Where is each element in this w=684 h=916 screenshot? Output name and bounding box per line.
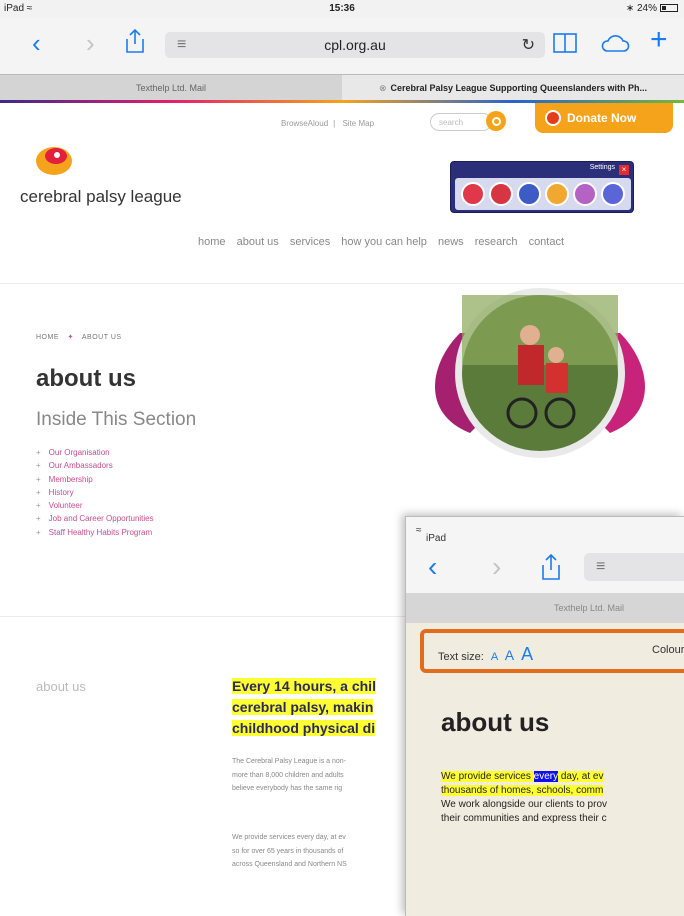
tab-texthelp-mail[interactable]: Texthelp Ltd. Mail <box>0 75 342 101</box>
nav-how-you-can-help[interactable]: how you can help <box>341 236 427 248</box>
inset-share-icon[interactable] <box>540 553 562 588</box>
inset-screenshot: iPad ≈ ‹ › ≡ Texthelp Ltd. Mail Text siz… <box>405 516 684 916</box>
cpl-logo-icon <box>36 147 72 175</box>
text-size-large-button[interactable]: A <box>521 644 533 664</box>
section-link[interactable]: Our Ambassadors <box>36 459 154 472</box>
colour-label[interactable]: Colour <box>652 644 684 656</box>
donate-icon <box>545 110 561 126</box>
widget-settings-icon[interactable] <box>601 182 625 206</box>
nav-home[interactable]: home <box>198 236 226 248</box>
bookmarks-icon[interactable] <box>552 32 578 58</box>
widget-settings-label[interactable]: Settings <box>590 164 615 171</box>
section-link[interactable]: Job and Career Opportunities <box>36 512 154 525</box>
reload-icon[interactable]: ↻ <box>522 35 535 55</box>
share-icon[interactable] <box>124 28 146 58</box>
top-links: BrowseAloud | Site Map <box>281 119 375 128</box>
browser-toolbar: ‹ › ≡ cpl.org.au ↻ + <box>0 18 684 74</box>
search-button[interactable] <box>486 111 506 131</box>
main-nav: home about us services how you can help … <box>198 236 572 248</box>
section-link[interactable]: Volunteer <box>36 499 154 512</box>
new-tab-icon[interactable]: + <box>650 25 668 55</box>
inset-forward-icon[interactable]: › <box>492 551 501 583</box>
page-title: about us <box>36 365 136 392</box>
text-size-medium-button[interactable]: A <box>505 647 514 663</box>
text-size-label: Text size: A A A <box>438 644 534 664</box>
nav-research[interactable]: research <box>475 236 518 248</box>
inset-text-line: thousands of homes, schools, comm <box>441 785 604 796</box>
widget-play-icon[interactable] <box>461 182 485 206</box>
browsealoud-toolbar: Settings × <box>450 161 634 213</box>
tab-cerebral-palsy-league[interactable]: ⊗ Cerebral Palsy League Supporting Queens… <box>342 75 684 101</box>
section-link[interactable]: Our Organisation <box>36 446 154 459</box>
battery-indicator: ∗ 24% <box>626 3 678 14</box>
inset-tab-texthelp[interactable]: Texthelp Ltd. Mail <box>406 593 684 623</box>
content-headline: Every 14 hours, a chil cerebral palsy, m… <box>232 678 376 736</box>
breadcrumb-about: ABOUT US <box>81 334 122 341</box>
url-text: cpl.org.au <box>324 37 386 53</box>
status-bar: iPad ≈ 15:36 ∗ 24% <box>0 0 684 18</box>
battery-icon <box>660 4 678 12</box>
current-word-highlight: every <box>533 771 559 782</box>
widget-close-icon[interactable]: × <box>619 165 629 175</box>
nav-contact[interactable]: contact <box>529 236 564 248</box>
bluetooth-icon: ∗ <box>625 3 635 14</box>
text-size-panel: Text size: A A A Colour <box>420 629 684 673</box>
section-link[interactable]: Membership <box>36 473 154 486</box>
nav-about-us[interactable]: about us <box>237 236 279 248</box>
inset-text-line: We work alongside our clients to prov <box>441 799 608 810</box>
close-tab-icon[interactable]: ⊗ <box>379 83 387 93</box>
widget-translate-icon[interactable] <box>573 182 597 206</box>
inset-status-bar: iPad ≈ <box>406 517 684 545</box>
status-time: 15:36 <box>329 3 355 14</box>
inset-device-label: iPad ≈ <box>416 525 447 544</box>
content-side-label: about us <box>36 679 86 694</box>
forward-icon[interactable]: › <box>86 30 95 56</box>
breadcrumb-home[interactable]: HOME <box>36 334 59 341</box>
content-paragraph: We provide services every day, at ev so … <box>232 834 347 868</box>
section-link[interactable]: History <box>36 486 154 499</box>
inset-text-line: We provide services every day, at ev <box>441 771 604 782</box>
section-link[interactable]: Staff Healthy Habits Program <box>36 526 154 539</box>
widget-highlight-icon[interactable] <box>545 182 569 206</box>
inset-address-bar[interactable]: ≡ <box>584 553 684 581</box>
back-icon[interactable]: ‹ <box>32 30 41 56</box>
section-title: Inside This Section <box>36 409 197 430</box>
address-bar[interactable]: ≡ cpl.org.au ↻ <box>165 32 545 58</box>
inset-back-icon[interactable]: ‹ <box>428 551 437 583</box>
site-search-input[interactable]: search <box>430 113 492 131</box>
section-links: Our Organisation Our Ambassadors Members… <box>36 446 154 539</box>
donate-button[interactable]: Donate Now <box>535 103 673 133</box>
site-map-link[interactable]: Site Map <box>342 119 374 128</box>
inset-toolbar: ‹ › ≡ <box>406 545 684 593</box>
inset-text-line: their communities and express their c <box>441 813 607 824</box>
content-paragraph: The Cerebral Palsy League is a non- more… <box>232 758 347 792</box>
widget-stop-icon[interactable] <box>489 182 513 206</box>
nav-news[interactable]: news <box>438 236 464 248</box>
tab-bar: Texthelp Ltd. Mail ⊗ Cerebral Palsy Leagu… <box>0 74 684 101</box>
breadcrumb: HOME ✦ ABOUT US <box>36 333 122 341</box>
widget-search-icon[interactable] <box>517 182 541 206</box>
cloud-icon[interactable] <box>600 32 630 58</box>
inset-reader-icon[interactable]: ≡ <box>596 558 605 576</box>
browsealoud-link[interactable]: BrowseAloud <box>281 119 328 128</box>
inset-heading: about us <box>441 707 550 737</box>
text-size-small-button[interactable]: A <box>491 651 498 663</box>
nav-services[interactable]: services <box>290 236 330 248</box>
breadcrumb-separator-icon: ✦ <box>67 334 74 341</box>
hero-image <box>435 288 645 458</box>
logo-text: cerebral palsy league <box>20 187 182 206</box>
